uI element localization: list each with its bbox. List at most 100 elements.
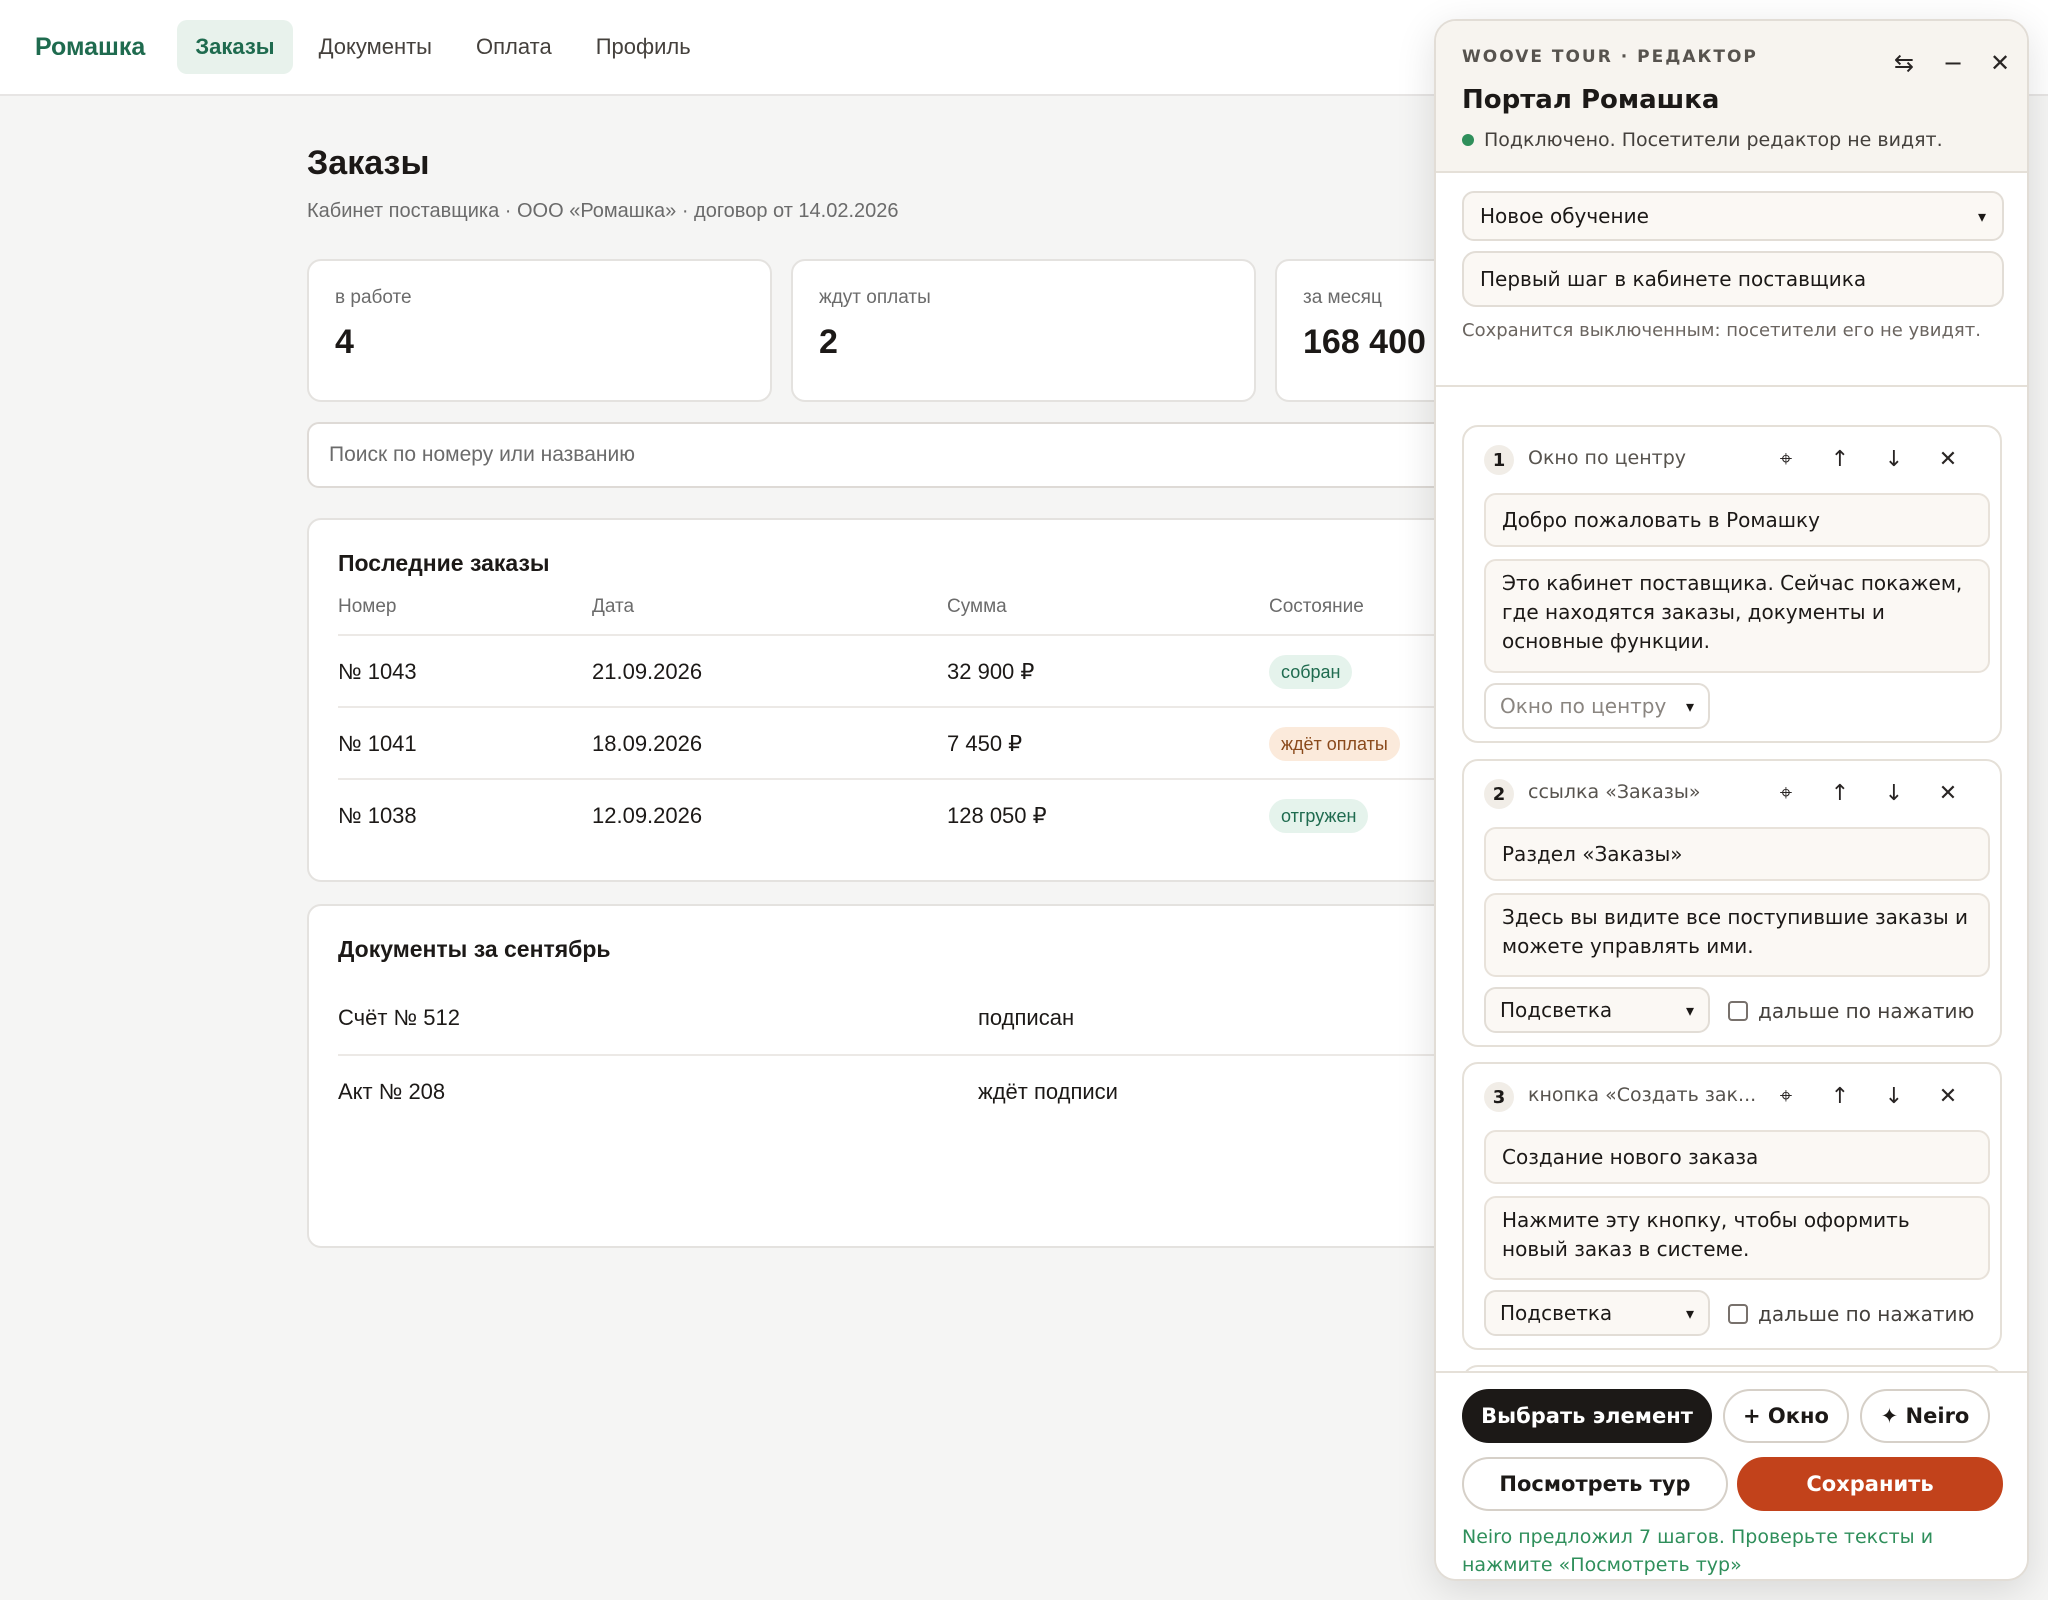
delete-step-icon[interactable]: ✕ bbox=[1932, 443, 1964, 475]
step-title-input[interactable]: Раздел «Заказы» bbox=[1484, 827, 1990, 881]
step-body-textarea[interactable]: Здесь вы видите все поступившие заказы и… bbox=[1484, 893, 1990, 977]
list-item[interactable]: Счёт № 512 подписан bbox=[338, 982, 1598, 1054]
neiro-button[interactable]: ✦ Neiro bbox=[1860, 1389, 1990, 1443]
order-date: 12.09.2026 bbox=[592, 803, 703, 828]
table-row[interactable]: № 1043 21.09.2026 32 900 ₽ собран bbox=[338, 634, 1598, 706]
order-number: № 1043 bbox=[338, 659, 417, 684]
save-note: Сохранится выключенным: посетители его н… bbox=[1462, 320, 1981, 341]
document-state: подписан bbox=[978, 1005, 1075, 1030]
brand-logo[interactable]: Ромашка bbox=[35, 33, 145, 62]
order-number: № 1038 bbox=[338, 803, 417, 828]
order-sum: 7 450 ₽ bbox=[947, 731, 1023, 756]
status-badge: собран bbox=[1269, 655, 1353, 689]
recent-orders-card: Последние заказы Номер Дата Сумма Состоя… bbox=[307, 518, 1607, 882]
stat-label: в работе bbox=[335, 287, 412, 308]
connection-status: Подключено. Посетители редактор не видят… bbox=[1462, 129, 1943, 151]
chevron-down-icon: ▾ bbox=[1685, 1000, 1694, 1020]
stat-card-awaiting-payment: ждут оплаты 2 bbox=[791, 259, 1256, 402]
move-up-icon[interactable]: ↑ bbox=[1824, 443, 1856, 475]
order-date: 21.09.2026 bbox=[592, 659, 703, 684]
step-mode-select[interactable]: Подсветка ▾ bbox=[1484, 987, 1710, 1033]
nav-item-profile[interactable]: Профиль bbox=[578, 20, 709, 74]
step-number: 1 bbox=[1484, 445, 1514, 475]
page-subtitle: Кабинет поставщика · ООО «Ромашка» · дог… bbox=[307, 200, 899, 222]
table-row[interactable]: № 1038 12.09.2026 128 050 ₽ отгружен bbox=[338, 778, 1598, 850]
checkbox-box[interactable] bbox=[1728, 1001, 1748, 1021]
preview-tour-button[interactable]: Посмотреть тур bbox=[1462, 1457, 1728, 1511]
tour-select-value: Новое обучение bbox=[1480, 204, 1649, 228]
table-row[interactable]: № 1041 18.09.2026 7 450 ₽ ждёт оплаты bbox=[338, 706, 1598, 778]
checkbox-label: дальше по нажатию bbox=[1758, 999, 1975, 1023]
chevron-down-icon: ▾ bbox=[1685, 696, 1694, 716]
delete-step-icon[interactable]: ✕ bbox=[1932, 1080, 1964, 1112]
search-input[interactable] bbox=[307, 422, 1607, 488]
column-header-sum: Сумма bbox=[947, 596, 1007, 617]
stat-value: 4 bbox=[335, 323, 354, 361]
tour-select[interactable]: Новое обучение ▾ bbox=[1462, 191, 2004, 241]
steps-list[interactable]: 1 Окно по центру ⌖ ↑ ↓ ✕ Добро пожаловат… bbox=[1436, 387, 2027, 1371]
step-body-textarea[interactable]: Нажмите эту кнопку, чтобы оформить новый… bbox=[1484, 1196, 1990, 1280]
status-dot-icon bbox=[1462, 134, 1474, 146]
advance-on-click-checkbox[interactable]: дальше по нажатию bbox=[1728, 1302, 1974, 1326]
step-mode-value: Подсветка bbox=[1500, 1301, 1613, 1325]
locate-target-icon[interactable]: ⌖ bbox=[1770, 443, 1802, 475]
step-mode-select[interactable]: Подсветка ▾ bbox=[1484, 1290, 1710, 1336]
step-target: ссылка «Заказы» bbox=[1528, 781, 1701, 803]
step-title-input[interactable]: Добро пожаловать в Ромашку bbox=[1484, 493, 1990, 547]
nav-item-documents[interactable]: Документы bbox=[301, 20, 450, 74]
move-down-icon[interactable]: ↓ bbox=[1878, 1080, 1910, 1112]
delete-step-icon[interactable]: ✕ bbox=[1932, 777, 1964, 809]
move-up-icon[interactable]: ↑ bbox=[1824, 1080, 1856, 1112]
documents-card: Документы за сентябрь Счёт № 512 подписа… bbox=[307, 904, 1607, 1248]
column-header-date: Дата bbox=[592, 596, 635, 617]
step-card: 1 Окно по центру ⌖ ↑ ↓ ✕ Добро пожаловат… bbox=[1462, 425, 2002, 743]
move-up-icon[interactable]: ↑ bbox=[1824, 777, 1856, 809]
editor-header: WOOVE TOUR · РЕДАКТОР Портал Ромашка Под… bbox=[1436, 21, 2027, 173]
tour-editor-panel: WOOVE TOUR · РЕДАКТОР Портал Ромашка Под… bbox=[1434, 19, 2029, 1581]
stat-card-in-progress: в работе 4 bbox=[307, 259, 772, 402]
status-badge: ждёт оплаты bbox=[1269, 727, 1400, 761]
status-badge: отгружен bbox=[1269, 799, 1369, 833]
chevron-down-icon: ▾ bbox=[1685, 1303, 1694, 1323]
main-nav: Заказы Документы Оплата Профиль bbox=[177, 20, 708, 74]
nav-item-orders[interactable]: Заказы bbox=[177, 20, 293, 74]
step-mode-value: Окно по центру bbox=[1500, 694, 1667, 718]
step-number: 2 bbox=[1484, 779, 1514, 809]
step-card: 3 кнопка «Создать зак... ⌖ ↑ ↓ ✕ Создани… bbox=[1462, 1062, 2002, 1350]
stat-value: 2 bbox=[819, 323, 838, 361]
add-window-button[interactable]: + Окно bbox=[1723, 1389, 1849, 1443]
checkbox-label: дальше по нажатию bbox=[1758, 1302, 1975, 1326]
column-header-number: Номер bbox=[338, 596, 397, 617]
order-sum: 32 900 ₽ bbox=[947, 659, 1035, 684]
orders-title: Последние заказы bbox=[338, 550, 550, 576]
move-down-icon[interactable]: ↓ bbox=[1878, 443, 1910, 475]
locate-target-icon[interactable]: ⌖ bbox=[1770, 1080, 1802, 1112]
save-button[interactable]: Сохранить bbox=[1737, 1457, 2003, 1511]
minimize-icon[interactable]: − bbox=[1933, 43, 1973, 83]
close-icon[interactable]: ✕ bbox=[1980, 43, 2020, 83]
swap-side-icon[interactable]: ⇆ bbox=[1884, 43, 1924, 83]
tour-name-input[interactable]: Первый шаг в кабинете поставщика bbox=[1462, 251, 2004, 307]
order-sum: 128 050 ₽ bbox=[947, 803, 1047, 828]
step-title-input[interactable]: Создание нового заказа bbox=[1484, 1130, 1990, 1184]
list-item[interactable]: Акт № 208 ждёт подписи bbox=[338, 1054, 1598, 1126]
pick-element-button[interactable]: Выбрать элемент bbox=[1462, 1389, 1712, 1443]
step-mode-select[interactable]: Окно по центру ▾ bbox=[1484, 683, 1710, 729]
column-header-status: Состояние bbox=[1269, 596, 1364, 617]
checkbox-box[interactable] bbox=[1728, 1304, 1748, 1324]
step-target: кнопка «Создать зак... bbox=[1528, 1084, 1757, 1106]
locate-target-icon[interactable]: ⌖ bbox=[1770, 777, 1802, 809]
neiro-message: Neiro предложил 7 шагов. Проверьте текст… bbox=[1462, 1526, 1934, 1576]
editor-title: Портал Ромашка bbox=[1462, 85, 1720, 115]
move-down-icon[interactable]: ↓ bbox=[1878, 777, 1910, 809]
advance-on-click-checkbox[interactable]: дальше по нажатию bbox=[1728, 999, 1974, 1023]
document-name: Счёт № 512 bbox=[338, 1005, 460, 1030]
page-title: Заказы bbox=[307, 144, 430, 182]
step-card: 2 ссылка «Заказы» ⌖ ↑ ↓ ✕ Раздел «Заказы… bbox=[1462, 759, 2002, 1047]
editor-footer: Выбрать элемент + Окно ✦ Neiro Посмотрет… bbox=[1436, 1371, 2027, 1579]
step-body-textarea[interactable]: Это кабинет поставщика. Сейчас покажем, … bbox=[1484, 559, 1990, 673]
step-number: 3 bbox=[1484, 1082, 1514, 1112]
document-state: ждёт подписи bbox=[978, 1079, 1118, 1104]
nav-item-payment[interactable]: Оплата bbox=[458, 20, 570, 74]
stats-row: в работе 4 ждут оплаты 2 за месяц 168 40… bbox=[307, 259, 1740, 402]
